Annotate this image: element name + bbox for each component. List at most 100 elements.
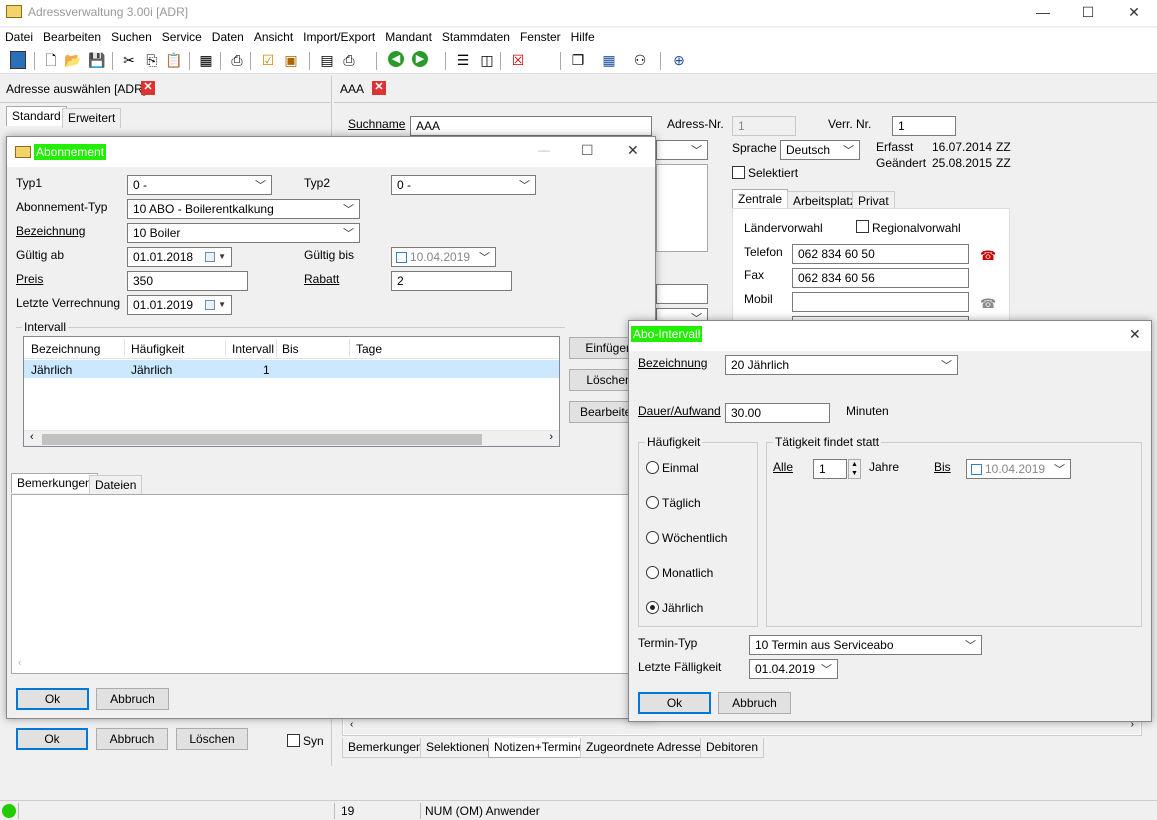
menu-ansicht[interactable]: Ansicht (249, 28, 298, 46)
faelligkeit-date[interactable]: 01.04.2019 ﹀ (749, 659, 838, 679)
clipboard-check-icon[interactable]: ☑ (259, 51, 277, 69)
forward-icon[interactable]: ▶ (412, 51, 428, 67)
tab-zentrale[interactable]: Zentrale (732, 189, 789, 209)
scroll-thumb[interactable] (42, 434, 482, 445)
col-haeufigkeit[interactable]: Häufigkeit (131, 342, 184, 356)
suchname-input[interactable]: AAA (410, 116, 652, 136)
menu-fenster[interactable]: Fenster (515, 28, 566, 46)
menu-stammdaten[interactable]: Stammdaten (437, 28, 515, 46)
left-delete-button[interactable]: Löschen (176, 728, 248, 750)
files-icon[interactable]: ❐ (569, 51, 587, 69)
selektiert-checkbox[interactable] (732, 166, 745, 179)
maximize-button[interactable]: ☐ (1073, 4, 1103, 22)
gueltig-bis-date[interactable]: 10.04.2019 ﹀ (391, 247, 496, 267)
back-icon[interactable]: ◀ (388, 51, 404, 67)
abo-intervall-cancel-button[interactable]: Abbruch (718, 692, 791, 714)
typ1-select[interactable]: 0 - ﹀ (127, 175, 272, 195)
cut-icon[interactable]: ✂ (120, 51, 138, 69)
close-button[interactable]: ✕ (627, 142, 639, 159)
menu-suchen[interactable]: Suchen (106, 28, 157, 46)
mobil-input[interactable] (792, 292, 969, 312)
rabatt-input[interactable]: 2 (391, 271, 512, 291)
radio-monatlich[interactable] (646, 566, 659, 579)
open-icon[interactable]: 📂 (64, 51, 82, 69)
refresh-icon[interactable]: ⊕ (670, 51, 688, 69)
form-icon[interactable]: ▤ (318, 51, 336, 69)
mobile-phone-icon[interactable]: ☎ (980, 296, 996, 312)
bis-checkbox[interactable] (971, 464, 982, 475)
gueltig-bis-checkbox[interactable] (396, 252, 407, 263)
left-ok-button[interactable]: Ok (16, 728, 88, 750)
calendar-icon[interactable] (205, 252, 215, 262)
abotyp-select[interactable]: 10 ABO - Boilerentkalkung ﹀ (127, 199, 360, 219)
address-textarea[interactable] (656, 164, 708, 252)
menu-hilfe[interactable]: Hilfe (566, 28, 600, 46)
col-intervall[interactable]: Intervall (232, 342, 274, 356)
termintyp-select[interactable]: 10 Termin aus Serviceabo ﹀ (749, 635, 982, 655)
tab-debitoren[interactable]: Debitoren (700, 738, 765, 758)
regionalvorwahl-checkbox[interactable] (856, 220, 869, 233)
dauer-input[interactable]: 30.00 (725, 403, 830, 423)
save-icon[interactable]: 💾 (88, 51, 106, 69)
col-bezeichnung[interactable]: Bezeichnung (31, 342, 100, 356)
calendar-icon[interactable] (205, 300, 215, 310)
left-cancel-button[interactable]: Abbruch (96, 728, 168, 750)
new-icon[interactable]: 🗋 (42, 51, 60, 69)
scanner-icon[interactable]: ▦ (197, 51, 215, 69)
left-pane-tab-label[interactable]: Adresse auswählen [ADR] (6, 82, 146, 96)
table-row[interactable]: Jährlich Jährlich 1 (24, 360, 559, 378)
bis-date[interactable]: 10.04.2019 ﹀ (966, 459, 1071, 479)
abonnement-cancel-button[interactable]: Abbruch (96, 688, 169, 710)
minimize-button[interactable]: — (1028, 4, 1058, 22)
menu-daten[interactable]: Daten (207, 28, 249, 46)
bemerkungen-textarea[interactable]: ‹ (11, 494, 631, 674)
tab-bemerkungen[interactable]: Bemerkungen (11, 473, 98, 493)
col-bis[interactable]: Bis (282, 342, 299, 356)
print-preview-icon[interactable]: ⎙ (228, 51, 246, 69)
close-button[interactable]: ✕ (1129, 326, 1141, 343)
paste-icon[interactable]: 📋 (165, 51, 183, 69)
telefon-input[interactable]: 062 834 60 50 (792, 244, 969, 264)
abo-intervall-ok-button[interactable]: Ok (638, 692, 711, 714)
tab-standard[interactable]: Standard (6, 106, 67, 126)
radio-jaehrlich[interactable] (646, 601, 659, 614)
close-icon[interactable]: ✕ (372, 81, 386, 95)
address-field[interactable] (656, 284, 708, 304)
phone-icon[interactable]: ☎ (980, 248, 996, 264)
typ2-select[interactable]: 0 - ﹀ (391, 175, 536, 195)
verrnr-input[interactable]: 1 (892, 116, 956, 136)
fax-input[interactable]: 062 834 60 56 (792, 268, 969, 288)
tab-dateien[interactable]: Dateien (89, 475, 143, 495)
menu-datei[interactable]: Datei (0, 28, 38, 46)
tab-selektionen[interactable]: Selektionen (420, 738, 495, 758)
maximize-button[interactable]: ☐ (581, 142, 594, 159)
grid-icon[interactable]: ▦ (600, 51, 618, 69)
minimize-button[interactable]: — (538, 143, 550, 157)
panel-icon[interactable] (10, 51, 26, 69)
alle-spinner[interactable]: ▲ ▼ (848, 459, 861, 479)
radio-woechentlich[interactable] (646, 531, 659, 544)
tab-zugeordnete-adressen[interactable]: Zugeordnete Adressen (580, 738, 714, 758)
radio-taeglich[interactable] (646, 496, 659, 509)
alle-input[interactable]: 1 (813, 459, 847, 479)
close-window-icon[interactable]: ☒ (509, 51, 527, 69)
gueltig-ab-date[interactable]: 01.01.2018 ▼ (127, 247, 232, 267)
scroll-left-icon[interactable]: ‹ (30, 431, 34, 443)
tab-notizen-termine[interactable]: Notizen+Termine (488, 738, 591, 758)
address-combo[interactable]: ﹀ (656, 140, 708, 160)
split-horizontal-icon[interactable]: ☰ (454, 51, 472, 69)
preis-input[interactable]: 350 (127, 271, 248, 291)
letzte-verrechnung-date[interactable]: 01.01.2019 ▼ (127, 295, 232, 315)
menu-import-export[interactable]: Import/Export (298, 28, 380, 46)
close-icon[interactable]: ✕ (141, 81, 155, 95)
sprache-select[interactable]: Deutsch ﹀ (780, 140, 860, 160)
ai-bezeichnung-select[interactable]: 20 Jährlich ﹀ (725, 355, 958, 375)
col-tage[interactable]: Tage (356, 342, 382, 356)
copy-icon[interactable]: ⎘ (143, 51, 161, 69)
menu-service[interactable]: Service (157, 28, 207, 46)
package-icon[interactable]: ▣ (282, 51, 300, 69)
users-icon[interactable]: ⚇ (631, 51, 649, 69)
close-button[interactable]: ✕ (1119, 4, 1149, 22)
printer-icon[interactable]: ⎙ (340, 51, 358, 69)
table-scrollbar[interactable]: ‹ › (24, 430, 559, 446)
